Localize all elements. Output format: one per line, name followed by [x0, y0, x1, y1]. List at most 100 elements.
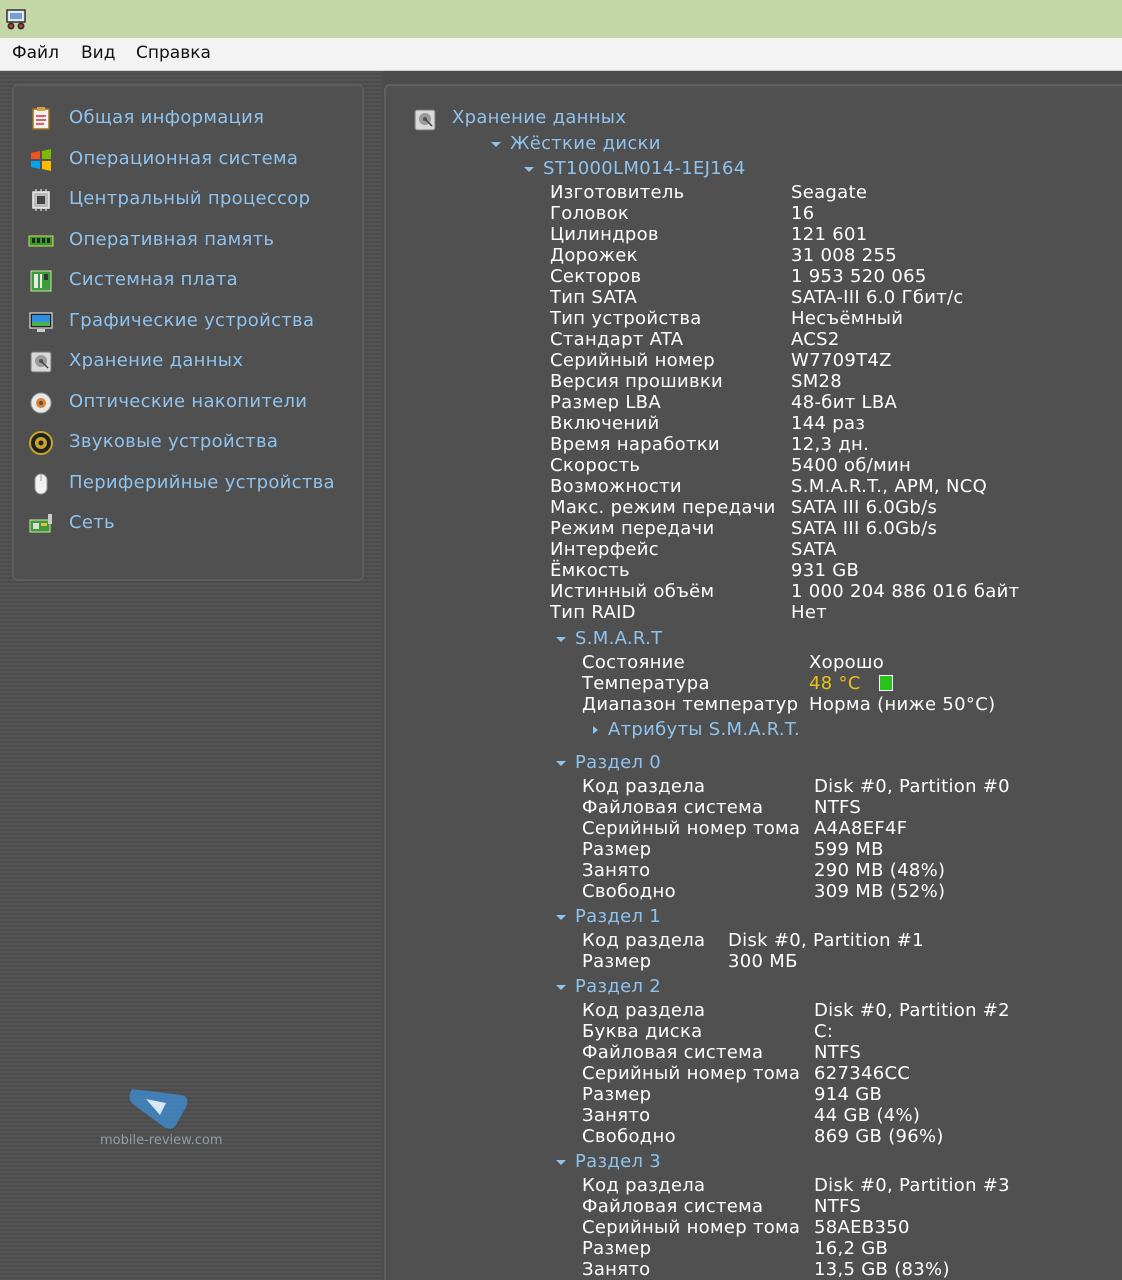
property-name: Дорожек: [550, 245, 638, 266]
tree-root-label[interactable]: Хранение данных: [452, 107, 626, 128]
sidebar-item-label: Оптические накопители: [69, 391, 308, 412]
property-value: 914 GB: [814, 1084, 883, 1105]
property-name: Версия прошивки: [550, 371, 724, 392]
property-value: 599 MB: [814, 839, 884, 860]
property-value: 144 раз: [791, 413, 866, 434]
property-value: NTFS: [814, 1196, 862, 1217]
property-name: Свободно: [582, 881, 676, 902]
property-value: SATA III 6.0Gb/s: [791, 518, 938, 539]
property-value: 16,2 GB: [814, 1238, 889, 1259]
sidebar-item[interactable]: Звуковые устройства: [24, 427, 344, 459]
property-name: Серийный номер: [550, 350, 715, 371]
property-name: Включений: [550, 413, 660, 434]
menu-file[interactable]: Файл: [12, 43, 59, 63]
property-name: Изготовитель: [550, 182, 685, 203]
sidebar-item[interactable]: Сеть: [24, 508, 344, 540]
partition-node-label[interactable]: Раздел 2: [575, 976, 661, 997]
property-name: Скорость: [550, 455, 641, 476]
sidebar-item[interactable]: Графические устройства: [24, 306, 344, 338]
property-value: A4A8EF4F: [814, 818, 908, 839]
sidebar-item[interactable]: Общая информация: [24, 103, 344, 135]
property-value: 1 000 204 886 016 байт: [791, 581, 1020, 602]
menu-bar: Файл Вид Справка: [0, 38, 1122, 71]
watermark-text: mobile-review.com: [100, 1133, 223, 1148]
sidebar-item-label: Хранение данных: [69, 350, 244, 371]
sidebar-item[interactable]: Операционная система: [24, 144, 344, 176]
property-name: Тип SATA: [550, 287, 638, 308]
property-name: Серийный номер тома: [582, 1217, 801, 1238]
property-value: 58AEB350: [814, 1217, 910, 1238]
property-value: Seagate: [791, 182, 868, 203]
property-name: Интерфейс: [550, 539, 659, 560]
expand-arrow-icon[interactable]: [556, 1160, 566, 1165]
property-value: ACS2: [791, 329, 840, 350]
sidebar-item-label: Центральный процессор: [69, 188, 311, 209]
property-name: Код раздела: [582, 776, 706, 797]
tree-group-label[interactable]: Жёсткие диски: [510, 133, 661, 154]
speaker-icon: [28, 430, 54, 456]
hdd-icon: [28, 349, 54, 375]
property-name: Диапазон температур: [582, 694, 799, 715]
property-value: 48-бит LBA: [791, 392, 898, 413]
property-name: Занято: [582, 860, 651, 881]
sidebar-item[interactable]: Центральный процессор: [24, 184, 344, 216]
monitor-icon: [28, 309, 54, 335]
hdd-icon: [412, 107, 438, 133]
property-value: SATA-III 6.0 Гбит/с: [791, 287, 964, 308]
property-name: Занято: [582, 1259, 651, 1280]
property-name: Размер: [582, 951, 652, 972]
property-name: Размер: [582, 839, 652, 860]
property-value: 627346CC: [814, 1063, 911, 1084]
sidebar-item[interactable]: Периферийные устройства: [24, 468, 344, 500]
app-icon: [6, 9, 26, 30]
tree-disk-label[interactable]: ST1000LM014-1EJ164: [543, 158, 746, 179]
menu-help[interactable]: Справка: [136, 43, 211, 63]
optical-disc-icon: [28, 390, 54, 416]
property-name: Серийный номер тома: [582, 818, 801, 839]
property-name: Время наработки: [550, 434, 720, 455]
sidebar-item[interactable]: Оперативная память: [24, 225, 344, 257]
expand-arrow-icon[interactable]: [524, 167, 534, 172]
mouse-icon: [28, 471, 54, 497]
partition-node-label[interactable]: Раздел 1: [575, 906, 661, 927]
property-value: Несъёмный: [791, 308, 904, 329]
partition-node-label[interactable]: Раздел 3: [575, 1151, 661, 1172]
smart-node-label[interactable]: S.M.A.R.T: [575, 628, 662, 649]
menu-view[interactable]: Вид: [81, 43, 115, 63]
property-value: NTFS: [814, 1042, 862, 1063]
sidebar-item-label: Оперативная память: [69, 229, 275, 250]
expand-arrow-icon[interactable]: [556, 915, 566, 920]
collapse-arrow-icon[interactable]: [593, 726, 598, 734]
expand-arrow-icon[interactable]: [556, 637, 566, 642]
property-name: Серийный номер тома: [582, 1063, 801, 1084]
smart-attributes-link[interactable]: Атрибуты S.M.A.R.T.: [608, 719, 800, 740]
property-name: Истинный объём: [550, 581, 715, 602]
property-value: S.M.A.R.T., APM, NCQ: [791, 476, 988, 497]
property-value: SATA: [791, 539, 837, 560]
property-name: Макс. режим передачи: [550, 497, 776, 518]
property-value: Disk #0, Partition #2: [814, 1000, 1010, 1021]
windows-icon: [28, 147, 54, 173]
property-name: Температура: [582, 673, 710, 694]
property-name: Тип устройства: [550, 308, 702, 329]
property-value: 5400 об/мин: [791, 455, 912, 476]
sidebar-item[interactable]: Системная плата: [24, 265, 344, 297]
expand-arrow-icon[interactable]: [556, 761, 566, 766]
expand-arrow-icon[interactable]: [556, 985, 566, 990]
property-value: 1 953 520 065: [791, 266, 927, 287]
property-value: W7709T4Z: [791, 350, 892, 371]
details-panel: [384, 84, 1122, 1280]
property-name: Код раздела: [582, 1000, 706, 1021]
property-name: Секторов: [550, 266, 642, 287]
property-value: Норма (ниже 50°C): [809, 694, 996, 715]
property-value: 13,5 GB (83%): [814, 1259, 950, 1280]
partition-node-label[interactable]: Раздел 0: [575, 752, 661, 773]
sidebar-item-label: Системная плата: [69, 269, 238, 290]
sidebar-item[interactable]: Хранение данных: [24, 346, 344, 378]
property-name: Состояние: [582, 652, 686, 673]
expand-arrow-icon[interactable]: [491, 142, 501, 147]
property-name: Головок: [550, 203, 630, 224]
sidebar-item-label: Звуковые устройства: [69, 431, 279, 452]
sidebar-item[interactable]: Оптические накопители: [24, 387, 344, 419]
property-name: Код раздела: [582, 1175, 706, 1196]
